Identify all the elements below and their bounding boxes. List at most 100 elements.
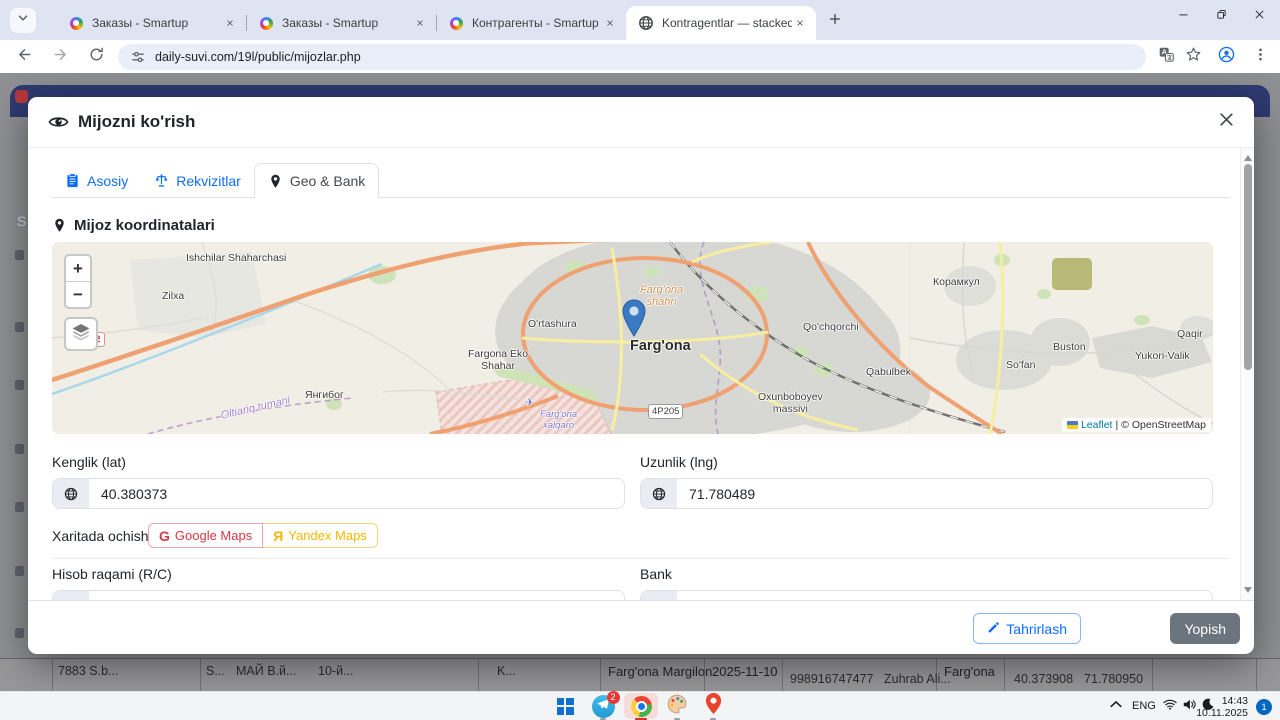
speaker-icon bbox=[1182, 698, 1196, 716]
window-close-button[interactable] bbox=[1240, 0, 1278, 34]
window-minimize-button[interactable] bbox=[1164, 0, 1202, 34]
map-layers-control[interactable] bbox=[64, 317, 98, 351]
plus-icon bbox=[828, 12, 842, 31]
profile-button[interactable] bbox=[1216, 46, 1237, 67]
background-cell: 10-й... bbox=[318, 664, 354, 678]
google-maps-button[interactable]: G Google Maps bbox=[148, 523, 264, 548]
background-table-row: 7883 S.b... S... МАЙ В.й... 10-й... K... Farg… bbox=[0, 658, 1280, 691]
tab-search-button[interactable] bbox=[10, 8, 36, 33]
tab-title: Заказы - Smartup bbox=[282, 16, 379, 30]
close-modal-button[interactable]: Yopish bbox=[1170, 613, 1240, 644]
tab-close-button[interactable] bbox=[412, 15, 428, 31]
background-cell: 2025-11-10 bbox=[712, 664, 778, 679]
modal-backdrop[interactable]: S 7883 S.b... S... МАЙ В.й... 10-й... K... Fa… bbox=[0, 73, 1280, 691]
map-label: Qo'chqorchi bbox=[803, 321, 859, 333]
tab-rekvizitlar[interactable]: Rekvizitlar bbox=[141, 163, 254, 198]
account-input[interactable] bbox=[89, 591, 624, 600]
tab-label: Geo & Bank bbox=[289, 173, 366, 189]
scroll-down-arrow[interactable] bbox=[1244, 587, 1252, 597]
language-indicator[interactable]: ENG bbox=[1132, 700, 1156, 712]
lat-input[interactable] bbox=[89, 479, 624, 508]
map-marker[interactable] bbox=[621, 299, 647, 337]
map-label: Zilxa bbox=[162, 290, 185, 302]
site-info-icon[interactable] bbox=[130, 49, 146, 65]
tab-close-button[interactable] bbox=[222, 15, 238, 31]
scrollbar-thumb[interactable] bbox=[1243, 164, 1252, 370]
background-cell: 71.780950 bbox=[1084, 672, 1144, 686]
zoom-in-button[interactable]: + bbox=[66, 256, 90, 282]
modal-close-button[interactable] bbox=[1214, 110, 1238, 134]
bookmark-button[interactable] bbox=[1183, 46, 1204, 67]
chevron-up-icon bbox=[1109, 698, 1123, 716]
close-icon bbox=[1253, 8, 1266, 26]
tab-geo-bank[interactable]: Geo & Bank bbox=[253, 163, 380, 198]
map-attribution: Leaflet | © OpenStreetMap bbox=[1061, 418, 1211, 432]
wifi-indicator[interactable] bbox=[1162, 699, 1178, 714]
star-icon bbox=[1185, 46, 1202, 68]
eye-icon bbox=[48, 114, 69, 130]
start-button[interactable] bbox=[552, 694, 578, 718]
map-pin-dark-icon bbox=[268, 174, 283, 189]
tray-chevron-button[interactable] bbox=[1108, 700, 1124, 714]
background-cell: 7883 S.b... bbox=[58, 664, 119, 678]
account-input-group bbox=[52, 590, 625, 600]
tab-close-button[interactable] bbox=[792, 15, 808, 31]
back-button[interactable] bbox=[12, 44, 37, 69]
modal-body: Asosiy Rekvizitlar Geo & Bank Mijoz koordi… bbox=[28, 148, 1254, 600]
osm-link[interactable]: OpenStreetMap bbox=[1132, 419, 1206, 431]
date: 10.11.2025 bbox=[1196, 706, 1248, 719]
section-title: Mijoz koordinatalari bbox=[52, 217, 215, 234]
chrome-app-button[interactable] bbox=[624, 693, 658, 719]
browser-tab-3[interactable]: Контрагенты - Smartup bbox=[436, 6, 626, 40]
forward-button[interactable] bbox=[48, 44, 73, 69]
leaflet-map[interactable]: Ishchilar Shaharchasi Zilxa O'rtashura Farg… bbox=[52, 242, 1213, 434]
background-cell: S... bbox=[206, 664, 225, 678]
globe-icon bbox=[641, 479, 677, 508]
clipboard-icon bbox=[65, 173, 80, 188]
map-pin-red-icon bbox=[704, 692, 723, 720]
forward-icon bbox=[52, 46, 69, 68]
view-client-modal: Mijozni ko'rish Asosiy Rekvizitlar Geo & B… bbox=[28, 97, 1254, 654]
url-bar[interactable]: daily-suvi.com/19l/public/mijozlar.php bbox=[118, 44, 1146, 70]
close-icon bbox=[1218, 111, 1235, 133]
edit-button[interactable]: Tahrirlash bbox=[973, 613, 1081, 644]
yandex-maps-button[interactable]: Я Yandex Maps bbox=[263, 523, 378, 548]
telegram-app-button[interactable]: 2 bbox=[590, 690, 620, 718]
background-logo bbox=[15, 90, 28, 103]
pencil-icon bbox=[987, 621, 1000, 637]
background-cell: Zuhrab Ali... bbox=[884, 672, 951, 686]
browser-tab-4[interactable]: Kontragentlar — stacked moda bbox=[626, 6, 816, 40]
bank-input[interactable] bbox=[677, 591, 1212, 600]
account-label: Hisob raqami (R/C) bbox=[52, 566, 172, 582]
desktop: Заказы - Smartup Заказы - Smartup Контраге… bbox=[0, 0, 1280, 720]
lng-input[interactable] bbox=[677, 479, 1212, 508]
zoom-out-button[interactable]: − bbox=[66, 282, 90, 307]
translate-button[interactable] bbox=[1156, 46, 1177, 67]
tab-close-button[interactable] bbox=[602, 15, 618, 31]
taskbar: 2 ENG 14:43 10.11.2025 1 bbox=[0, 690, 1280, 720]
restore-icon bbox=[1215, 8, 1228, 26]
volume-indicator[interactable] bbox=[1181, 698, 1197, 716]
new-tab-button[interactable] bbox=[824, 10, 846, 32]
reload-button[interactable] bbox=[84, 44, 109, 69]
browser-menu-button[interactable] bbox=[1250, 46, 1271, 67]
leaflet-link[interactable]: Leaflet bbox=[1081, 419, 1113, 431]
taskbar-clock[interactable]: 14:43 10.11.2025 bbox=[1196, 695, 1248, 719]
windows-logo-icon bbox=[556, 697, 574, 715]
lng-input-group bbox=[640, 478, 1213, 509]
background-text-fragment: S bbox=[17, 213, 27, 229]
window-maximize-button[interactable] bbox=[1202, 0, 1240, 34]
tab-title: Контрагенты - Smartup bbox=[472, 16, 599, 30]
browser-tab-1[interactable]: Заказы - Smartup bbox=[56, 6, 247, 40]
map-label: Farg'ona bbox=[630, 338, 691, 354]
browser-tab-2[interactable]: Заказы - Smartup bbox=[246, 6, 437, 40]
globe-icon bbox=[53, 479, 89, 508]
google-g-icon: G bbox=[159, 527, 170, 544]
tab-asosiy[interactable]: Asosiy bbox=[52, 163, 141, 198]
paint-app-button[interactable] bbox=[664, 694, 690, 718]
maps-app-button[interactable] bbox=[700, 692, 726, 720]
avatar-icon bbox=[1218, 46, 1235, 68]
notification-badge[interactable]: 1 bbox=[1256, 699, 1272, 715]
scroll-up-arrow[interactable] bbox=[1244, 151, 1252, 161]
modal-scrollbar[interactable] bbox=[1240, 148, 1254, 600]
